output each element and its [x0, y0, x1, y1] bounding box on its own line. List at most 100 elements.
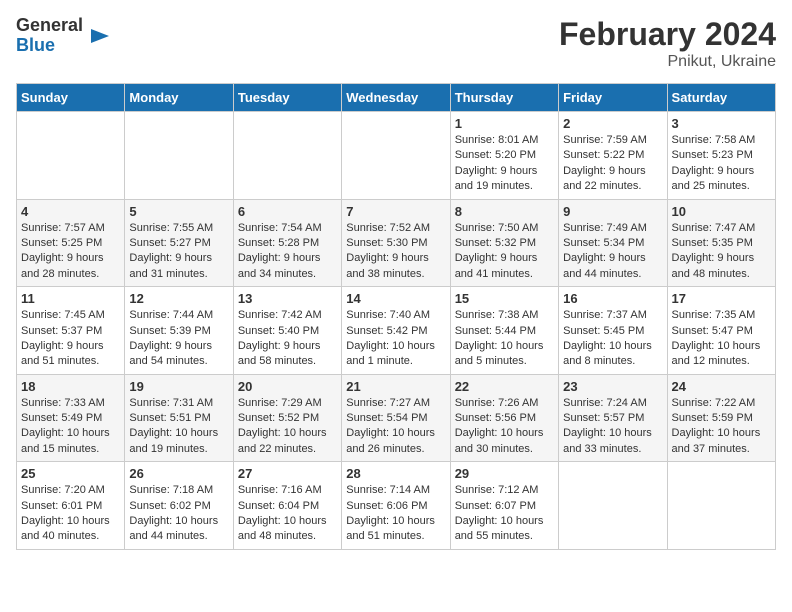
calendar-week-row: 18 Sunrise: 7:33 AM Sunset: 5:49 PM Dayli…	[17, 374, 776, 462]
day-info: Sunrise: 7:27 AM Sunset: 5:54 PM Dayligh…	[346, 396, 445, 458]
day-number: 7	[346, 204, 445, 219]
calendar-cell: 7 Sunrise: 7:52 AM Sunset: 5:30 PM Daylig…	[342, 199, 450, 287]
calendar-header-row: SundayMondayTuesdayWednesdayThursdayFrid…	[17, 84, 776, 112]
logo-arrow-icon	[89, 25, 111, 47]
day-info: Sunrise: 7:37 AM Sunset: 5:45 PM Dayligh…	[563, 308, 662, 370]
calendar-week-row: 1 Sunrise: 8:01 AM Sunset: 5:20 PM Daylig…	[17, 112, 776, 200]
calendar-cell: 14Sunrise: 7:40 AM Sunset: 5:42 PM Dayli…	[342, 287, 450, 375]
day-info: Sunrise: 7:50 AM Sunset: 5:32 PM Dayligh…	[455, 221, 554, 283]
calendar-week-row: 4Sunrise: 7:57 AM Sunset: 5:25 PM Daylig…	[17, 199, 776, 287]
title-block: February 2024 Pnikut, Ukraine	[559, 16, 776, 71]
day-number: 8	[455, 204, 554, 219]
day-number: 15	[455, 291, 554, 306]
day-number: 17	[672, 291, 771, 306]
day-number: 3	[672, 116, 771, 131]
day-info: Sunrise: 7:38 AM Sunset: 5:44 PM Dayligh…	[455, 308, 554, 370]
day-info: Sunrise: 7:31 AM Sunset: 5:51 PM Dayligh…	[129, 396, 228, 458]
day-number: 26	[129, 466, 228, 481]
day-number: 28	[346, 466, 445, 481]
page-header: General Blue February 2024 Pnikut, Ukrai…	[16, 16, 776, 71]
day-info: Sunrise: 7:55 AM Sunset: 5:27 PM Dayligh…	[129, 221, 228, 283]
day-number: 25	[21, 466, 120, 481]
logo-blue: Blue	[16, 36, 83, 56]
calendar-cell	[342, 112, 450, 200]
weekday-header: Thursday	[450, 84, 558, 112]
calendar-table: SundayMondayTuesdayWednesdayThursdayFrid…	[16, 83, 776, 550]
calendar-cell: 8 Sunrise: 7:50 AM Sunset: 5:32 PM Daylig…	[450, 199, 558, 287]
calendar-cell: 12 Sunrise: 7:44 AM Sunset: 5:39 PM Dayli…	[125, 287, 233, 375]
calendar-cell: 28 Sunrise: 7:14 AM Sunset: 6:06 PM Dayli…	[342, 462, 450, 550]
weekday-header: Monday	[125, 84, 233, 112]
page-subtitle: Pnikut, Ukraine	[559, 53, 776, 71]
calendar-cell: 17 Sunrise: 7:35 AM Sunset: 5:47 PM Dayli…	[667, 287, 775, 375]
day-info: Sunrise: 7:29 AM Sunset: 5:52 PM Dayligh…	[238, 396, 337, 458]
day-number: 16	[563, 291, 662, 306]
calendar-cell: 22 Sunrise: 7:26 AM Sunset: 5:56 PM Dayli…	[450, 374, 558, 462]
day-info: Sunrise: 7:45 AM Sunset: 5:37 PM Dayligh…	[21, 308, 120, 370]
calendar-cell: 2 Sunrise: 7:59 AM Sunset: 5:22 PM Daylig…	[559, 112, 667, 200]
calendar-cell: 18 Sunrise: 7:33 AM Sunset: 5:49 PM Dayli…	[17, 374, 125, 462]
day-number: 2	[563, 116, 662, 131]
day-info: Sunrise: 7:57 AM Sunset: 5:25 PM Dayligh…	[21, 221, 120, 283]
day-number: 29	[455, 466, 554, 481]
day-number: 6	[238, 204, 337, 219]
calendar-cell	[667, 462, 775, 550]
day-info: Sunrise: 7:49 AM Sunset: 5:34 PM Dayligh…	[563, 221, 662, 283]
day-info: Sunrise: 7:26 AM Sunset: 5:56 PM Dayligh…	[455, 396, 554, 458]
day-info: Sunrise: 7:47 AM Sunset: 5:35 PM Dayligh…	[672, 221, 771, 283]
day-number: 9	[563, 204, 662, 219]
calendar-week-row: 11 Sunrise: 7:45 AM Sunset: 5:37 PM Dayli…	[17, 287, 776, 375]
day-info: Sunrise: 7:20 AM Sunset: 6:01 PM Dayligh…	[21, 483, 120, 545]
calendar-cell: 13 Sunrise: 7:42 AM Sunset: 5:40 PM Dayli…	[233, 287, 341, 375]
day-number: 14	[346, 291, 445, 306]
calendar-cell: 29 Sunrise: 7:12 AM Sunset: 6:07 PM Dayli…	[450, 462, 558, 550]
calendar-week-row: 25 Sunrise: 7:20 AM Sunset: 6:01 PM Dayli…	[17, 462, 776, 550]
day-number: 22	[455, 379, 554, 394]
calendar-cell: 27Sunrise: 7:16 AM Sunset: 6:04 PM Dayli…	[233, 462, 341, 550]
day-number: 1	[455, 116, 554, 131]
day-info: Sunrise: 7:52 AM Sunset: 5:30 PM Dayligh…	[346, 221, 445, 283]
calendar-cell: 24Sunrise: 7:22 AM Sunset: 5:59 PM Dayli…	[667, 374, 775, 462]
calendar-cell: 19 Sunrise: 7:31 AM Sunset: 5:51 PM Dayli…	[125, 374, 233, 462]
calendar-cell: 6 Sunrise: 7:54 AM Sunset: 5:28 PM Daylig…	[233, 199, 341, 287]
day-number: 13	[238, 291, 337, 306]
logo: General Blue	[16, 16, 111, 56]
day-info: Sunrise: 7:54 AM Sunset: 5:28 PM Dayligh…	[238, 221, 337, 283]
day-info: Sunrise: 7:35 AM Sunset: 5:47 PM Dayligh…	[672, 308, 771, 370]
day-number: 12	[129, 291, 228, 306]
day-number: 11	[21, 291, 120, 306]
logo-general: General	[16, 16, 83, 36]
page-title: February 2024	[559, 16, 776, 53]
calendar-cell: 10 Sunrise: 7:47 AM Sunset: 5:35 PM Dayli…	[667, 199, 775, 287]
day-info: Sunrise: 7:33 AM Sunset: 5:49 PM Dayligh…	[21, 396, 120, 458]
weekday-header: Sunday	[17, 84, 125, 112]
day-info: Sunrise: 7:24 AM Sunset: 5:57 PM Dayligh…	[563, 396, 662, 458]
day-info: Sunrise: 8:01 AM Sunset: 5:20 PM Dayligh…	[455, 133, 554, 195]
day-info: Sunrise: 7:14 AM Sunset: 6:06 PM Dayligh…	[346, 483, 445, 545]
weekday-header: Friday	[559, 84, 667, 112]
day-number: 19	[129, 379, 228, 394]
day-info: Sunrise: 7:58 AM Sunset: 5:23 PM Dayligh…	[672, 133, 771, 195]
calendar-cell: 1 Sunrise: 8:01 AM Sunset: 5:20 PM Daylig…	[450, 112, 558, 200]
calendar-cell: 4Sunrise: 7:57 AM Sunset: 5:25 PM Daylig…	[17, 199, 125, 287]
calendar-cell: 25 Sunrise: 7:20 AM Sunset: 6:01 PM Dayli…	[17, 462, 125, 550]
day-number: 20	[238, 379, 337, 394]
calendar-cell: 3 Sunrise: 7:58 AM Sunset: 5:23 PM Daylig…	[667, 112, 775, 200]
day-number: 10	[672, 204, 771, 219]
weekday-header: Saturday	[667, 84, 775, 112]
day-info: Sunrise: 7:44 AM Sunset: 5:39 PM Dayligh…	[129, 308, 228, 370]
weekday-header: Tuesday	[233, 84, 341, 112]
day-number: 18	[21, 379, 120, 394]
calendar-cell: 26Sunrise: 7:18 AM Sunset: 6:02 PM Dayli…	[125, 462, 233, 550]
day-info: Sunrise: 7:22 AM Sunset: 5:59 PM Dayligh…	[672, 396, 771, 458]
calendar-cell: 11 Sunrise: 7:45 AM Sunset: 5:37 PM Dayli…	[17, 287, 125, 375]
calendar-cell	[233, 112, 341, 200]
day-info: Sunrise: 7:12 AM Sunset: 6:07 PM Dayligh…	[455, 483, 554, 545]
calendar-cell: 9 Sunrise: 7:49 AM Sunset: 5:34 PM Daylig…	[559, 199, 667, 287]
calendar-cell: 21Sunrise: 7:27 AM Sunset: 5:54 PM Dayli…	[342, 374, 450, 462]
calendar-cell: 15 Sunrise: 7:38 AM Sunset: 5:44 PM Dayli…	[450, 287, 558, 375]
day-info: Sunrise: 7:59 AM Sunset: 5:22 PM Dayligh…	[563, 133, 662, 195]
day-info: Sunrise: 7:16 AM Sunset: 6:04 PM Dayligh…	[238, 483, 337, 545]
calendar-cell: 16 Sunrise: 7:37 AM Sunset: 5:45 PM Dayli…	[559, 287, 667, 375]
day-info: Sunrise: 7:42 AM Sunset: 5:40 PM Dayligh…	[238, 308, 337, 370]
